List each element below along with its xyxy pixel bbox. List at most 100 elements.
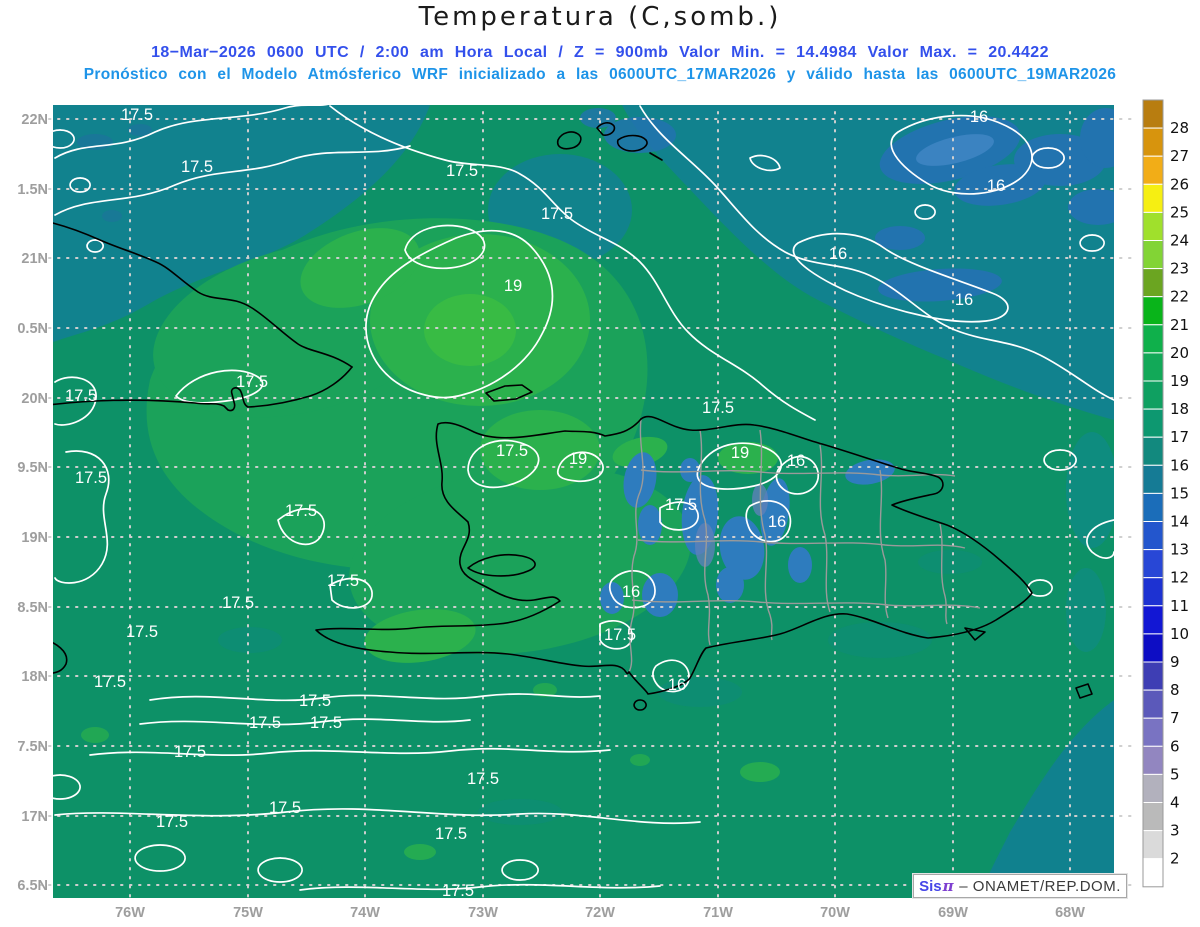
contour-label: 16 — [787, 452, 805, 470]
y-axis-label: 6.5N — [17, 878, 48, 894]
contour-label: 17.5 — [467, 770, 499, 788]
y-axis-label: 20N — [21, 391, 48, 407]
colorbar: 2827262524232221201918171615141312111098… — [1143, 100, 1189, 887]
colorbar-tick-label: 23 — [1170, 260, 1189, 278]
contour-label: 17.5 — [222, 594, 254, 612]
colorbar-tick-label: 24 — [1170, 232, 1189, 250]
colorbar-tick-label: 12 — [1170, 569, 1189, 587]
colorbar-cell — [1143, 212, 1163, 240]
y-axis-label: 8.5N — [17, 600, 48, 616]
contour-label: 16 — [622, 583, 640, 601]
y-axis-labels: 22N1.5N21N0.5N20N9.5N19N8.5N18N7.5N17N6.… — [17, 112, 48, 894]
colorbar-cell — [1143, 774, 1163, 802]
x-axis-label: 72W — [585, 905, 615, 921]
watermark-sis-text: Sis — [919, 878, 942, 895]
colorbar-tick-label: 7 — [1170, 709, 1180, 727]
colorbar-cell — [1143, 100, 1163, 128]
x-axis-label: 70W — [820, 905, 850, 921]
colorbar-tick-label: 21 — [1170, 316, 1189, 334]
colorbar-cell — [1143, 269, 1163, 297]
colorbar-tick-label: 26 — [1170, 175, 1189, 193]
x-axis-label: 73W — [468, 905, 498, 921]
colorbar-tick-label: 20 — [1170, 344, 1189, 362]
contour-label: 19 — [731, 444, 749, 462]
colorbar-cell — [1143, 859, 1163, 887]
contour-label: 17.5 — [249, 714, 281, 732]
colorbar-tick-label: 28 — [1170, 119, 1189, 137]
colorbar-tick-label: 6 — [1170, 737, 1180, 755]
temperature-field — [53, 103, 1132, 898]
contour-label: 17.5 — [541, 205, 573, 223]
colorbar-tick-label: 22 — [1170, 288, 1189, 306]
watermark-rest-text: – ONAMET/REP.DOM. — [959, 878, 1121, 895]
colorbar-tick-label: 9 — [1170, 653, 1180, 671]
contour-label: 17.5 — [702, 399, 734, 417]
contour-label: 17.5 — [604, 626, 636, 644]
colorbar-tick-label: 10 — [1170, 625, 1189, 643]
colorbar-tick-label: 5 — [1170, 765, 1180, 783]
contour-label: 17.5 — [75, 469, 107, 487]
contour-label: 17.5 — [285, 502, 317, 520]
contour-label: 16 — [987, 177, 1005, 195]
watermark-pi-symbol: π — [943, 877, 954, 895]
colorbar-cell — [1143, 325, 1163, 353]
colorbar-cell — [1143, 690, 1163, 718]
y-axis-label: 22N — [21, 112, 48, 128]
colorbar-cell — [1143, 831, 1163, 859]
colorbar-cell — [1143, 522, 1163, 550]
y-axis-label: 17N — [21, 809, 48, 825]
contour-label: 17.5 — [181, 158, 213, 176]
contour-label: 16 — [668, 676, 686, 694]
contour-label: 17.5 — [665, 496, 697, 514]
colorbar-tick-label: 15 — [1170, 484, 1189, 502]
contour-label: 17.5 — [269, 799, 301, 817]
colorbar-cell — [1143, 746, 1163, 774]
colorbar-cell — [1143, 606, 1163, 634]
y-axis-label: 18N — [21, 669, 48, 685]
x-axis-label: 74W — [350, 905, 380, 921]
contour-label: 19 — [504, 277, 522, 295]
colorbar-cell — [1143, 493, 1163, 521]
contour-label: 17.5 — [236, 373, 268, 391]
colorbar-cell — [1143, 437, 1163, 465]
y-axis-label: 21N — [21, 251, 48, 267]
contour-label: 17.5 — [310, 714, 342, 732]
colorbar-tick-label: 16 — [1170, 456, 1189, 474]
contour-label: 17.5 — [446, 162, 478, 180]
contour-label: 16 — [955, 291, 973, 309]
x-axis-label: 68W — [1055, 905, 1085, 921]
contour-label: 17.5 — [174, 743, 206, 761]
y-axis-label: 0.5N — [17, 321, 48, 337]
colorbar-cell — [1143, 381, 1163, 409]
contour-label: 17.5 — [442, 882, 474, 900]
contour-label: 16 — [768, 513, 786, 531]
contour-label: 16 — [829, 245, 847, 263]
contour-label: 17.5 — [435, 825, 467, 843]
colorbar-tick-label: 18 — [1170, 400, 1189, 418]
colorbar-tick-label: 19 — [1170, 372, 1189, 390]
contour-label: 17.5 — [299, 692, 331, 710]
contour-label: 17.5 — [65, 387, 97, 405]
watermark-box: Sisπ – ONAMET/REP.DOM. — [913, 874, 1127, 898]
colorbar-tick-label: 13 — [1170, 541, 1189, 559]
y-axis-label: 19N — [21, 530, 48, 546]
colorbar-tick-label: 11 — [1170, 597, 1189, 615]
y-axis-label: 1.5N — [17, 182, 48, 198]
colorbar-tick-label: 4 — [1170, 794, 1180, 812]
contour-label: 17.5 — [94, 673, 126, 691]
contour-label: 16 — [970, 108, 988, 126]
contour-label: 17.5 — [496, 442, 528, 460]
x-axis-label: 71W — [703, 905, 733, 921]
contour-label: 19 — [569, 450, 587, 468]
contour-label: 17.5 — [121, 106, 153, 124]
x-axis-label: 75W — [233, 905, 263, 921]
y-axis-label: 7.5N — [17, 739, 48, 755]
weather-map-canvas: 17.5 17.5 17.5 17.5 16 16 19 16 16 17.5 17.5 17.5 17… — [0, 0, 1200, 927]
colorbar-cell — [1143, 803, 1163, 831]
contour-label: 17.5 — [126, 623, 158, 641]
colorbar-cell — [1143, 578, 1163, 606]
x-axis-label: 69W — [938, 905, 968, 921]
colorbar-cell — [1143, 353, 1163, 381]
colorbar-cell — [1143, 156, 1163, 184]
contour-label: 17.5 — [327, 572, 359, 590]
